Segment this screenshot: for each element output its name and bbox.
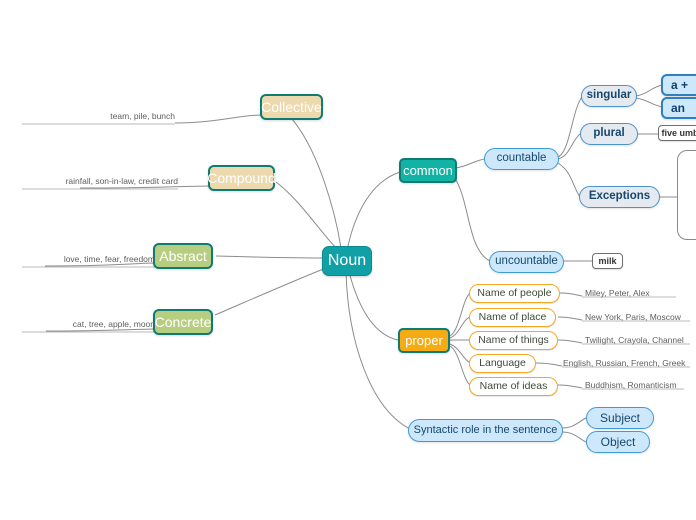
leaf-name-of-things-examples: Twilight, Crayola, Channel <box>585 335 684 345</box>
edge-countable-exceptions <box>557 162 581 198</box>
edge-place-examples <box>557 316 583 321</box>
node-noun-root[interactable]: Noun <box>322 246 372 276</box>
node-label: Absract <box>159 248 207 264</box>
node-label: Name of place <box>478 311 547 324</box>
mindmap-canvas: Noun Collective team, pile, bunch Compou… <box>0 0 696 520</box>
node-label: Exceptions <box>588 190 651 203</box>
leaf-name-of-place-examples: New York, Paris, Moscow <box>585 312 681 322</box>
edge-proper-ideas <box>449 345 471 386</box>
node-subject[interactable]: Subject <box>586 407 654 429</box>
edge-syntactic-subject <box>561 417 587 429</box>
node-syntactic-role[interactable]: Syntactic role in the sentence <box>408 419 563 442</box>
edge-things-examples <box>557 339 583 344</box>
node-object[interactable]: Object <box>586 431 650 453</box>
edge-common-countable <box>455 158 486 169</box>
node-label: Name of ideas <box>479 380 548 393</box>
edge-language-examples <box>535 362 563 367</box>
leaf-absract-examples: love, time, fear, freedom <box>63 254 155 264</box>
node-label: five umb <box>661 127 696 138</box>
edge-concrete-examples <box>45 328 156 332</box>
edge-singular-an <box>635 97 663 108</box>
edge-root-common <box>347 171 401 247</box>
leaf-name-of-people-examples: Miley, Peter, Alex <box>585 288 650 298</box>
edge-common-uncountable <box>455 179 491 262</box>
edge-collective-examples <box>174 114 263 124</box>
node-concrete[interactable]: Concrete <box>153 309 213 335</box>
leaf-language-examples: English, Russian, French, Greek <box>563 358 686 368</box>
node-label: Collective <box>261 99 322 115</box>
node-label: Name of things <box>478 334 549 347</box>
edge-countable-singular <box>557 96 583 158</box>
leaf-concrete-examples: cat, tree, apple, moon <box>72 319 155 329</box>
node-collective[interactable]: Collective <box>260 94 323 120</box>
edge-proper-language <box>449 343 471 364</box>
leaf-name-of-ideas-examples: Buddhism, Romanticism <box>585 380 677 390</box>
leaf-compound-examples: rainfall, son-in-law, credit card <box>65 176 178 186</box>
node-label: common <box>403 163 453 178</box>
node-name-of-place[interactable]: Name of place <box>469 308 556 327</box>
node-label: countable <box>496 152 547 165</box>
node-countable[interactable]: countable <box>484 148 559 170</box>
node-label: an <box>671 101 686 115</box>
node-label: Object <box>600 435 636 449</box>
node-article-a[interactable]: a + <box>661 74 696 96</box>
node-name-of-things[interactable]: Name of things <box>469 331 558 350</box>
node-compound[interactable]: Compound <box>207 165 276 191</box>
node-absract[interactable]: Absract <box>153 243 213 269</box>
edge-root-absract <box>215 255 331 259</box>
node-name-of-ideas[interactable]: Name of ideas <box>469 377 558 396</box>
node-label: Compound <box>207 170 276 186</box>
node-singular[interactable]: singular <box>581 85 637 107</box>
node-language[interactable]: Language <box>469 354 536 373</box>
node-uncountable[interactable]: uncountable <box>489 251 564 273</box>
node-label: Language <box>479 357 526 370</box>
node-label: Noun <box>327 252 367 269</box>
node-label: singular <box>586 89 632 102</box>
node-label: Concrete <box>154 314 212 330</box>
node-plural-example[interactable]: five umb <box>658 125 696 141</box>
node-label: uncountable <box>495 255 558 268</box>
edge-countable-plural <box>557 133 581 160</box>
node-name-of-people[interactable]: Name of people <box>469 284 560 303</box>
node-article-an[interactable]: an <box>661 97 696 119</box>
node-label: Syntactic role in the sentence <box>413 424 558 436</box>
node-label: milk <box>598 255 617 266</box>
edge-singular-a <box>635 84 663 97</box>
edge-people-examples <box>559 292 583 297</box>
edge-root-proper <box>347 267 399 341</box>
node-label: plural <box>593 127 625 140</box>
node-uncountable-example[interactable]: milk <box>592 253 623 269</box>
edge-proper-people <box>449 292 471 337</box>
node-label: Subject <box>599 411 641 425</box>
node-label: Name of people <box>477 287 552 300</box>
leaf-collective-examples: team, pile, bunch <box>110 111 175 121</box>
edge-root-compound <box>275 181 339 251</box>
edge-root-concrete <box>214 265 332 316</box>
node-common[interactable]: common <box>399 158 457 183</box>
node-exceptions[interactable]: Exceptions <box>579 186 660 208</box>
edge-ideas-examples <box>557 384 583 389</box>
edge-root-collective <box>291 118 342 249</box>
node-exceptions-container[interactable] <box>677 150 696 240</box>
node-plural[interactable]: plural <box>580 123 638 145</box>
node-label: proper <box>405 333 443 348</box>
edge-proper-place <box>449 316 471 339</box>
node-proper[interactable]: proper <box>398 328 450 353</box>
edge-compound-examples <box>79 185 211 189</box>
edge-syntactic-object <box>561 431 587 443</box>
node-label: a + <box>671 78 689 92</box>
